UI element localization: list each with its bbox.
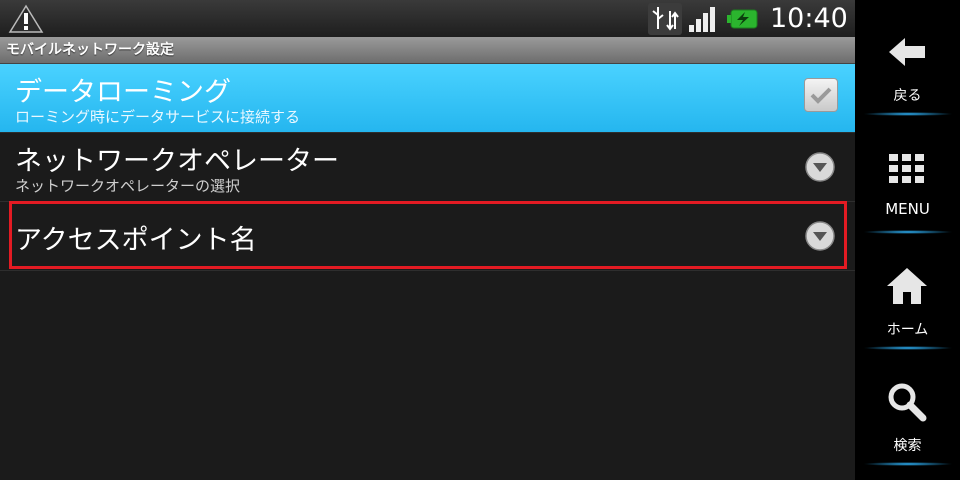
setting-title: データローミング xyxy=(15,77,231,108)
menu-grid-icon xyxy=(889,154,924,183)
back-label: 戻る xyxy=(893,88,922,104)
setting-summary: ローミング時にデータサービスに接続する xyxy=(15,108,301,126)
home-label: ホーム xyxy=(886,322,929,338)
setting-data-roaming[interactable]: データローミング ローミング時にデータサービスに接続する xyxy=(0,64,855,133)
setting-title: アクセスポイント名 xyxy=(15,225,257,256)
chevron-down-icon xyxy=(805,152,835,182)
setting-network-operator[interactable]: ネットワークオペレーター ネットワークオペレーターの選択 xyxy=(0,133,855,202)
home-button[interactable]: ホーム xyxy=(855,234,960,350)
menu-button[interactable]: MENU xyxy=(855,118,960,234)
search-label: 検索 xyxy=(893,438,922,454)
back-button[interactable]: 戻る xyxy=(855,0,960,116)
home-icon xyxy=(887,268,927,304)
button-glow xyxy=(863,462,953,466)
search-icon xyxy=(888,383,927,422)
data-roaming-checkbox[interactable] xyxy=(804,78,838,112)
menu-label: MENU xyxy=(885,200,930,218)
nav-panel: 戻る MENU ホーム 検索 xyxy=(855,0,960,480)
settings-list: データローミング ローミング時にデータサービスに接続する ネットワークオペレータ… xyxy=(0,64,855,271)
warning-icon xyxy=(8,4,44,33)
setting-access-point-names[interactable]: アクセスポイント名 xyxy=(0,202,855,271)
back-arrow-icon xyxy=(889,38,925,66)
button-glow xyxy=(863,112,953,116)
signal-icon xyxy=(689,7,715,32)
chevron-down-icon xyxy=(805,221,835,251)
status-time: 10:40 xyxy=(770,3,848,34)
status-bar: 10:40 xyxy=(0,0,855,37)
setting-summary: ネットワークオペレーターの選択 xyxy=(15,177,241,195)
check-icon xyxy=(810,87,832,104)
screen-title: モバイルネットワーク設定 xyxy=(6,42,174,58)
usb-debug-icon xyxy=(648,3,682,35)
search-button[interactable]: 検索 xyxy=(855,350,960,466)
battery-charging-icon xyxy=(727,9,758,29)
screen-title-bar: モバイルネットワーク設定 xyxy=(0,37,855,64)
setting-title: ネットワークオペレーター xyxy=(15,146,339,177)
